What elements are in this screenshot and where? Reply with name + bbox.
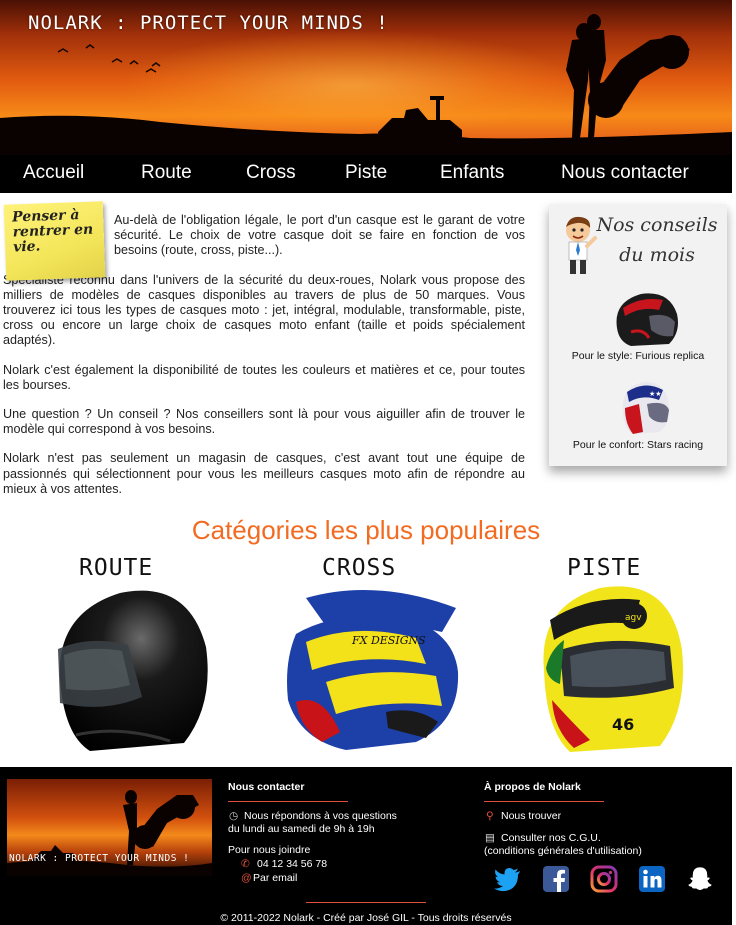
- categories-title: Catégories les plus populaires: [191, 515, 541, 545]
- advice-caption: Pour le style: Furious replica: [571, 350, 705, 362]
- main-nav: Accueil Route Cross Piste Enfants Nous c…: [0, 155, 732, 193]
- nav-item-route[interactable]: Route: [141, 162, 192, 184]
- piste-helmet-image[interactable]: agv 46: [530, 580, 688, 756]
- footer-hours-line1: Nous répondons à vos questions: [244, 810, 397, 822]
- sunset-silhouette-image: [0, 14, 732, 160]
- footer-contact-heading: Nous contacter: [228, 781, 305, 793]
- document-icon: ▤: [485, 832, 495, 844]
- nav-item-accueil[interactable]: Accueil: [23, 162, 84, 184]
- category-piste-label[interactable]: PISTE: [567, 555, 641, 581]
- footer-cgu-line2: (conditions générales d'utilisation): [484, 845, 642, 857]
- svg-text:46: 46: [612, 715, 634, 734]
- site-header: NOLARK : PROTECT YOUR MINDS ! Accueil Ro…: [0, 0, 732, 193]
- at-icon: @: [241, 872, 252, 884]
- svg-text:agv: agv: [625, 613, 642, 623]
- advice-box: Nos conseils du mois Pour le style: Furi…: [549, 204, 727, 466]
- footer-copyright: © 2011-2022 Nolark - Créé par José GIL -…: [220, 912, 512, 924]
- clock-icon: ◷: [229, 810, 239, 822]
- postit-text: Penser à rentrer en vie.: [11, 207, 94, 256]
- footer-about-heading: À propos de Nolark: [484, 781, 581, 793]
- svg-text:FX DESIGNS: FX DESIGNS: [351, 634, 426, 647]
- phone-icon: ✆: [241, 858, 250, 870]
- footer-logo-title: NOLARK : PROTECT YOUR MINDS !: [9, 853, 190, 864]
- twitter-icon[interactable]: [494, 865, 522, 893]
- footer-divider: [484, 801, 604, 802]
- footer-find-link[interactable]: Nous trouver: [501, 810, 561, 823]
- footer-email-link[interactable]: Par email: [253, 872, 297, 885]
- furious-replica-helmet-image[interactable]: [611, 288, 681, 350]
- intro-paragraph: Nolark n'est pas seulement un magasin de…: [3, 451, 525, 496]
- intro-paragraph: Une question ? Un conseil ? Nos conseill…: [3, 407, 525, 437]
- birds: [57, 44, 161, 73]
- intro-paragraph: Nolark c'est également la disponibilité …: [3, 362, 525, 392]
- postit-note: Penser à rentrer en vie.: [3, 201, 106, 281]
- footer-cgu-link[interactable]: Consulter nos C.G.U.: [501, 832, 601, 845]
- footer-divider: [306, 902, 426, 903]
- intro-paragraph: Spécialiste reconnu dans l'univers de la…: [3, 272, 525, 348]
- facebook-icon[interactable]: [542, 865, 570, 893]
- footer-divider: [228, 801, 348, 802]
- snapchat-icon[interactable]: [686, 865, 714, 893]
- footer-phone[interactable]: 04 12 34 56 78: [257, 858, 327, 871]
- category-route-label[interactable]: ROUTE: [79, 555, 153, 581]
- nav-item-nous-contacter[interactable]: Nous contacter: [561, 162, 689, 184]
- cross-helmet-image[interactable]: FX DESIGNS: [266, 582, 464, 752]
- nav-item-enfants[interactable]: Enfants: [440, 162, 504, 184]
- footer-logo[interactable]: NOLARK : PROTECT YOUR MINDS !: [7, 779, 212, 876]
- site-footer: NOLARK : PROTECT YOUR MINDS ! Nous conta…: [0, 767, 732, 925]
- advice-title: Nos conseils du mois: [596, 214, 718, 266]
- svg-text:★★: ★★: [649, 390, 662, 398]
- linkedin-icon[interactable]: [638, 865, 666, 893]
- stars-racing-helmet-image[interactable]: ★★: [619, 378, 671, 436]
- nav-item-piste[interactable]: Piste: [345, 162, 387, 184]
- couple-motorcycle-silhouette: [566, 14, 690, 138]
- footer-hours-line2: du lundi au samedi de 9h à 19h: [228, 823, 375, 835]
- location-pin-icon: ⚲: [486, 810, 494, 822]
- advice-caption: Pour le confort: Stars racing: [572, 439, 704, 451]
- route-helmet-image[interactable]: [50, 585, 212, 753]
- category-cross-label[interactable]: CROSS: [322, 555, 396, 581]
- instagram-icon[interactable]: [590, 865, 618, 893]
- hill-silhouette: [0, 115, 732, 160]
- nav-item-cross[interactable]: Cross: [246, 162, 296, 184]
- footer-join-label: Pour nous joindre: [228, 844, 311, 856]
